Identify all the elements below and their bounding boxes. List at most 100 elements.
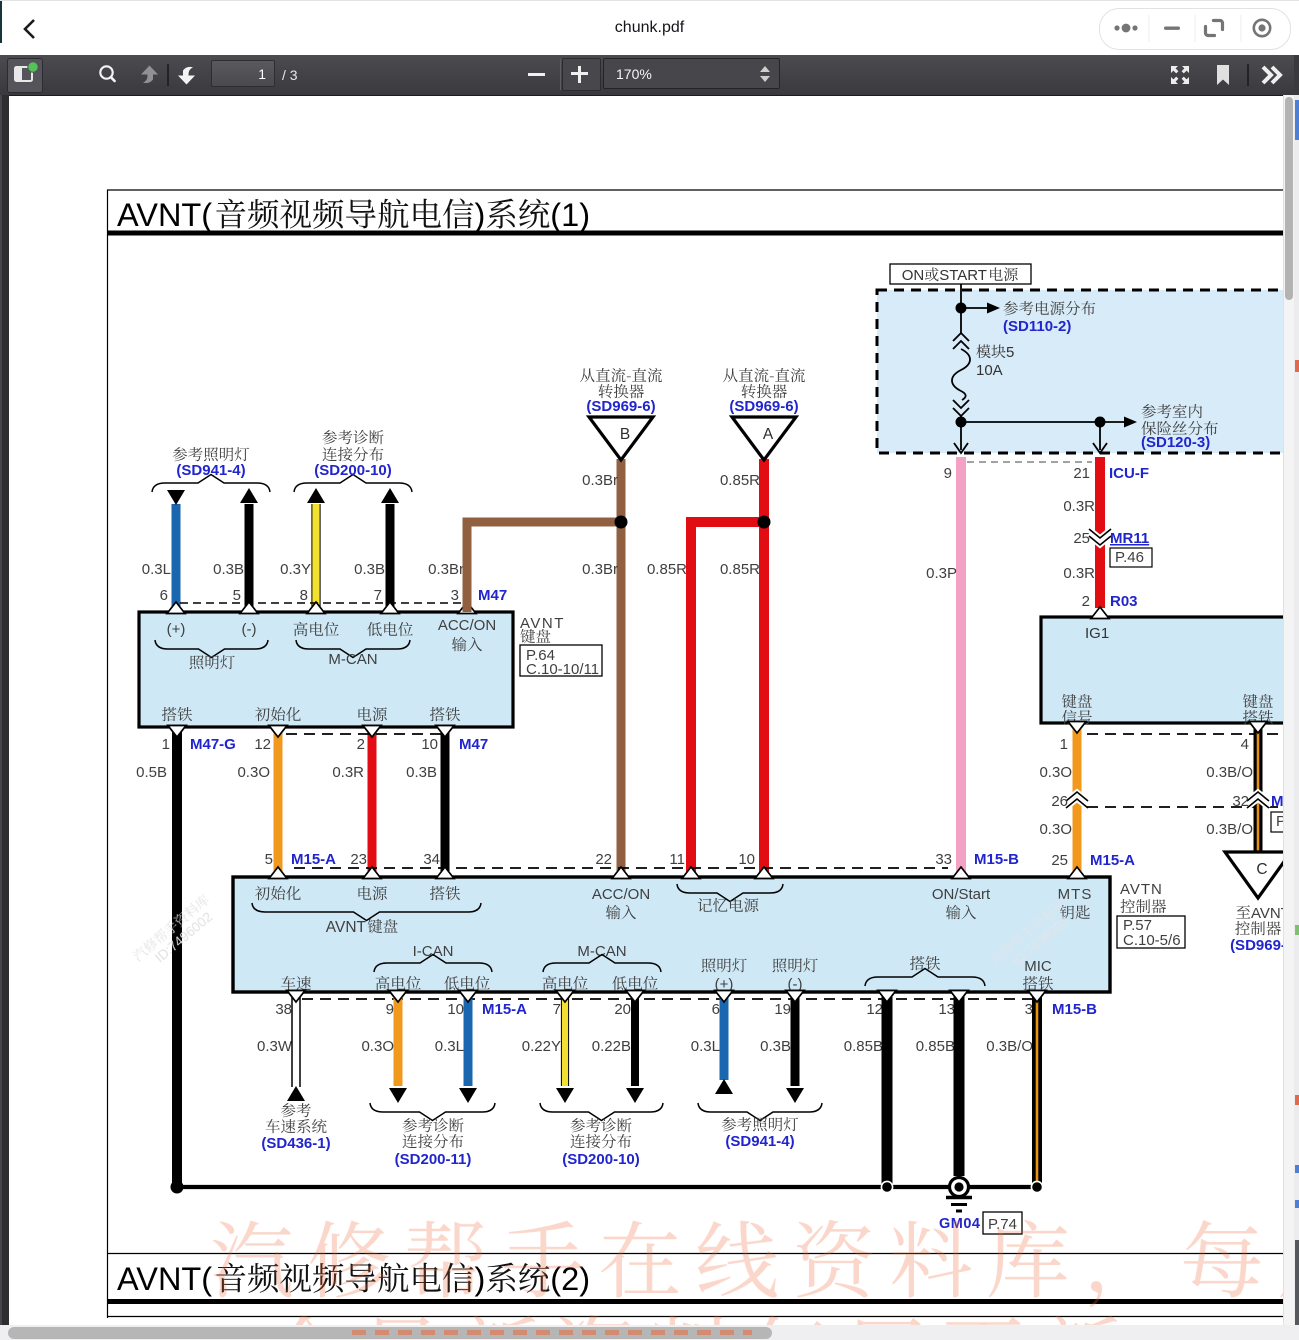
- svg-text:(+): (+): [167, 621, 186, 638]
- svg-text:0.85R: 0.85R: [647, 561, 687, 578]
- svg-text:0.3L: 0.3L: [142, 561, 171, 578]
- svg-text:0.3B/O: 0.3B/O: [1206, 764, 1253, 781]
- svg-text:): ): [475, 1261, 486, 1297]
- svg-text:0.3O: 0.3O: [361, 1038, 394, 1055]
- svg-text:0.85R: 0.85R: [720, 561, 760, 578]
- svg-text:(SD120-3): (SD120-3): [1141, 434, 1210, 451]
- svg-text:0.3B: 0.3B: [406, 764, 437, 781]
- svg-text:0.3Y: 0.3Y: [280, 561, 311, 578]
- svg-text:(SD969-: (SD969-: [1230, 937, 1286, 954]
- svg-text:0.3B: 0.3B: [760, 1038, 791, 1055]
- svg-text:5: 5: [1006, 344, 1014, 361]
- svg-text:M-CAN: M-CAN: [328, 651, 377, 668]
- svg-text:0.85B: 0.85B: [916, 1038, 955, 1055]
- svg-text:9: 9: [386, 1001, 394, 1018]
- svg-text:(SD110-2): (SD110-2): [1003, 318, 1071, 335]
- svg-text:3: 3: [451, 587, 459, 604]
- svg-text:0.3P: 0.3P: [926, 565, 957, 582]
- svg-text:33: 33: [935, 851, 952, 868]
- svg-text:20: 20: [614, 1001, 631, 1018]
- svg-text:): ): [475, 197, 486, 233]
- svg-text:IG1: IG1: [1085, 625, 1109, 642]
- svg-text:C.10-5/6: C.10-5/6: [1123, 932, 1181, 949]
- svg-text:ACC/ON: ACC/ON: [592, 886, 650, 903]
- svg-text:0.3R: 0.3R: [1063, 565, 1095, 582]
- svg-text:0.22B: 0.22B: [592, 1038, 631, 1055]
- svg-text:ACC/ON: ACC/ON: [438, 617, 496, 634]
- svg-text:21: 21: [1073, 465, 1090, 482]
- svg-text:0.85B: 0.85B: [844, 1038, 883, 1055]
- svg-text:0.3O: 0.3O: [237, 764, 270, 781]
- svg-text:AVNT(: AVNT(: [117, 1261, 212, 1297]
- svg-text:0.3R: 0.3R: [1063, 498, 1095, 515]
- svg-text:M15-B: M15-B: [974, 851, 1019, 868]
- svg-text:0.3L: 0.3L: [435, 1038, 464, 1055]
- svg-text:11: 11: [669, 851, 685, 868]
- svg-text:M15-A: M15-A: [482, 1001, 527, 1018]
- svg-text:(SD969-6): (SD969-6): [729, 398, 798, 415]
- svg-text:I-CAN: I-CAN: [413, 943, 454, 960]
- svg-text:AVNT(: AVNT(: [117, 197, 212, 233]
- svg-text:A: A: [763, 426, 774, 443]
- svg-text:(SD941-4): (SD941-4): [725, 1133, 794, 1150]
- svg-text:12: 12: [254, 736, 271, 753]
- svg-text:26: 26: [1051, 793, 1068, 810]
- svg-text:0.3R: 0.3R: [332, 764, 364, 781]
- svg-text:M15-B: M15-B: [1052, 1001, 1097, 1018]
- svg-text:6: 6: [160, 587, 168, 604]
- svg-text:8: 8: [300, 587, 308, 604]
- svg-text:START: START: [939, 267, 987, 284]
- svg-text:0.85R: 0.85R: [720, 472, 760, 489]
- svg-text:10: 10: [421, 736, 438, 753]
- svg-text:(SD436-1): (SD436-1): [261, 1135, 330, 1152]
- svg-text:0.3B: 0.3B: [354, 561, 385, 578]
- svg-text:12: 12: [866, 1001, 883, 1018]
- svg-text:19: 19: [774, 1001, 791, 1018]
- svg-text:10: 10: [447, 1001, 464, 1018]
- svg-text:C.10-10/11: C.10-10/11: [526, 661, 599, 678]
- svg-text:25: 25: [1073, 530, 1090, 547]
- svg-text:(1): (1): [550, 197, 590, 233]
- svg-text:0.22Y: 0.22Y: [522, 1038, 561, 1055]
- svg-text:(SD200-10): (SD200-10): [562, 1151, 640, 1168]
- svg-text:AVNT: AVNT: [326, 919, 367, 936]
- svg-text:(SD969-6): (SD969-6): [586, 398, 655, 415]
- svg-text:M47: M47: [459, 736, 488, 753]
- svg-text:0.3Br: 0.3Br: [582, 472, 618, 489]
- svg-text:0.3L: 0.3L: [691, 1038, 720, 1055]
- svg-text:0.5B: 0.5B: [136, 764, 167, 781]
- svg-text:GM04: GM04: [939, 1216, 981, 1232]
- svg-text:0.3Br: 0.3Br: [582, 561, 618, 578]
- svg-text:3: 3: [1025, 1001, 1033, 1018]
- svg-text:6: 6: [712, 1001, 720, 1018]
- svg-text:M15-A: M15-A: [291, 851, 336, 868]
- svg-text:34: 34: [423, 851, 440, 868]
- svg-text:(SD941-4): (SD941-4): [176, 462, 245, 479]
- svg-text:10: 10: [738, 851, 755, 868]
- svg-text:1: 1: [1060, 736, 1068, 753]
- svg-text:10A: 10A: [976, 362, 1003, 379]
- svg-text:5: 5: [265, 851, 273, 868]
- svg-text:M-CAN: M-CAN: [577, 943, 626, 960]
- svg-text:22: 22: [595, 851, 612, 868]
- svg-text:4: 4: [1241, 736, 1249, 753]
- svg-text:ON: ON: [902, 267, 925, 284]
- svg-text:0.3B/O: 0.3B/O: [986, 1038, 1033, 1055]
- svg-text:25: 25: [1051, 852, 1068, 869]
- svg-text:ON/Start: ON/Start: [932, 886, 991, 903]
- svg-text:32: 32: [1232, 793, 1249, 810]
- svg-text:2: 2: [357, 736, 365, 753]
- svg-text:0.3O: 0.3O: [1039, 821, 1072, 838]
- svg-text:P.46: P.46: [1115, 549, 1144, 566]
- svg-text:0.3Br: 0.3Br: [428, 561, 464, 578]
- svg-text:AVTN: AVTN: [1120, 881, 1163, 898]
- svg-text:5: 5: [233, 587, 241, 604]
- svg-text:0.3B/O: 0.3B/O: [1206, 821, 1253, 838]
- svg-text:9: 9: [944, 465, 952, 482]
- svg-text:7: 7: [553, 1001, 561, 1018]
- svg-text:0.3B: 0.3B: [213, 561, 244, 578]
- svg-text:M47: M47: [478, 587, 507, 604]
- svg-text:7: 7: [374, 587, 382, 604]
- svg-text:0.3O: 0.3O: [1039, 764, 1072, 781]
- svg-text:23: 23: [350, 851, 367, 868]
